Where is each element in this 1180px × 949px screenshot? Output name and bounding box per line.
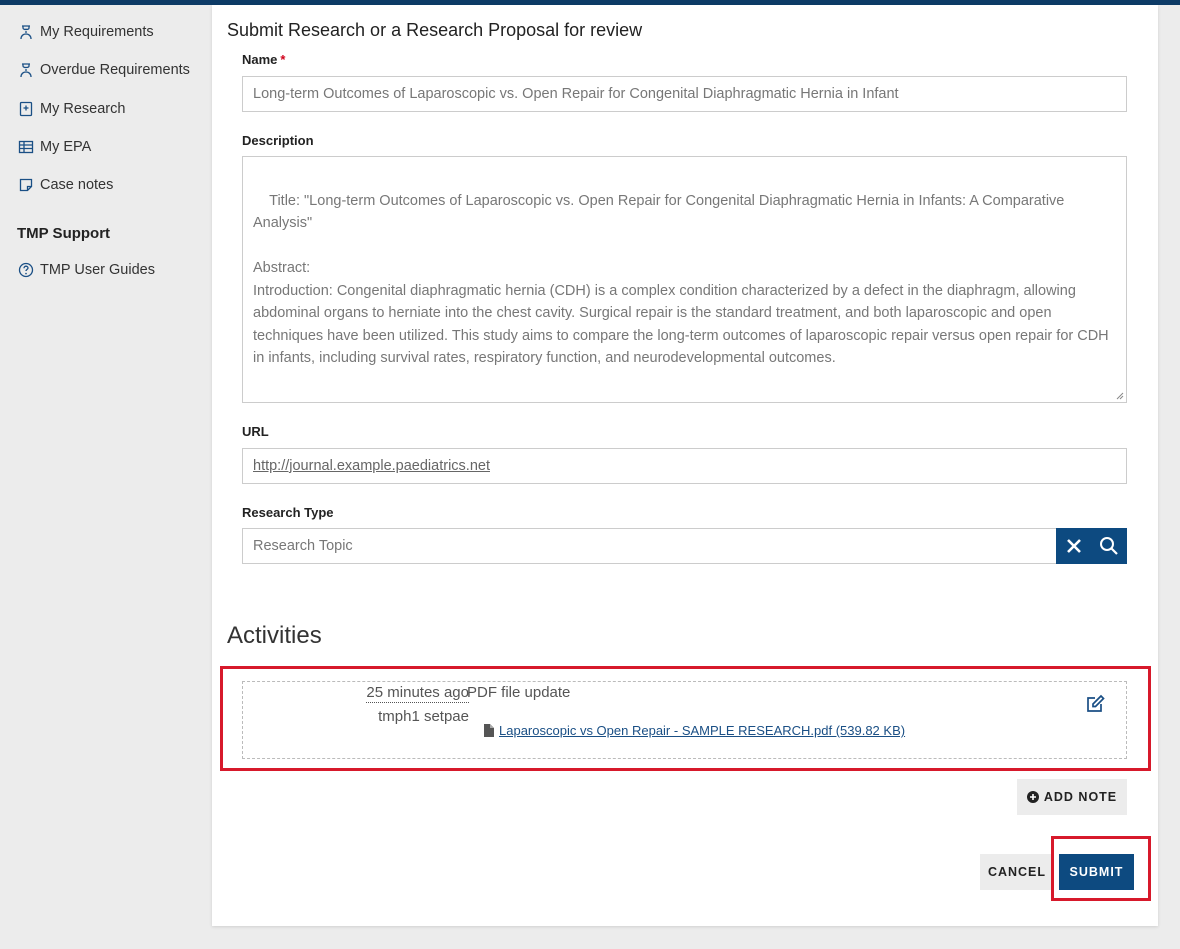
sidebar-item-my-requirements[interactable]: My Requirements (18, 21, 154, 43)
add-note-label: ADD NOTE (1043, 790, 1118, 804)
help-circle-icon (18, 262, 34, 278)
file-icon (484, 724, 494, 737)
cancel-button[interactable]: CANCEL (980, 854, 1054, 890)
activity-attachment: Laparoscopic vs Open Repair - SAMPLE RES… (484, 723, 905, 738)
graduation-icon (18, 24, 34, 40)
clear-button[interactable] (1056, 528, 1092, 564)
sidebar-item-my-research[interactable]: My Research (18, 98, 125, 120)
search-icon (1100, 537, 1119, 555)
sidebar-item-label: My Requirements (40, 24, 154, 40)
graduation-icon (18, 62, 34, 78)
research-type-label: Research Type (242, 505, 334, 520)
description-text: Title: "Long-term Outcomes of Laparoscop… (253, 192, 1109, 367)
sidebar-item-my-epa[interactable]: My EPA (18, 136, 91, 158)
plus-circle-icon (1026, 791, 1039, 803)
url-input[interactable]: http://journal.example.paediatrics.net (242, 448, 1127, 484)
sidebar-item-label: Case notes (40, 177, 114, 193)
research-type-actions (1056, 528, 1127, 564)
page-title: Submit Research or a Research Proposal f… (227, 20, 643, 40)
sidebar-item-tmp-user-guides[interactable]: TMP User Guides (18, 259, 155, 281)
table-icon (18, 139, 34, 155)
add-note-button[interactable]: ADD NOTE (1017, 779, 1127, 815)
close-icon (1066, 539, 1081, 553)
sidebar-item-label: TMP User Guides (40, 262, 155, 278)
note-icon (18, 177, 34, 193)
sidebar-item-label: Overdue Requirements (40, 62, 190, 78)
required-marker: * (280, 52, 286, 67)
research-book-icon (18, 101, 34, 117)
sidebar-item-label: My EPA (40, 139, 92, 155)
name-input[interactable]: Long-term Outcomes of Laparoscopic vs. O… (242, 76, 1127, 112)
url-label: URL (242, 424, 269, 439)
sidebar: My Requirements Overdue Requirements My … (0, 5, 211, 949)
sidebar-item-overdue-requirements[interactable]: Overdue Requirements (18, 59, 190, 81)
url-value[interactable]: http://journal.example.paediatrics.net (253, 458, 490, 474)
activity-title: PDF file update (467, 684, 571, 701)
description-textarea[interactable]: Title: "Long-term Outcomes of Laparoscop… (242, 156, 1127, 403)
name-label-text: Name (242, 52, 278, 67)
sidebar-item-label: My Research (40, 101, 126, 117)
edit-icon[interactable] (1085, 694, 1105, 714)
activity-time: 25 minutes ago (366, 684, 469, 703)
search-button[interactable] (1092, 528, 1128, 564)
resize-handle-icon[interactable] (1115, 391, 1124, 400)
tmp-support-heading: TMP Support (17, 225, 111, 242)
research-type-input[interactable]: Research Topic (242, 528, 1057, 564)
activity-user: tmph1 setpae (378, 708, 469, 725)
activities-heading: Activities (227, 622, 322, 649)
submit-button[interactable]: SUBMIT (1059, 854, 1134, 890)
name-label: Name * (242, 52, 285, 67)
research-form-card: Submit Research or a Research Proposal f… (212, 5, 1158, 926)
description-label: Description (242, 133, 314, 148)
attachment-link[interactable]: Laparoscopic vs Open Repair - SAMPLE RES… (499, 723, 905, 738)
sidebar-item-case-notes[interactable]: Case notes (18, 174, 113, 196)
